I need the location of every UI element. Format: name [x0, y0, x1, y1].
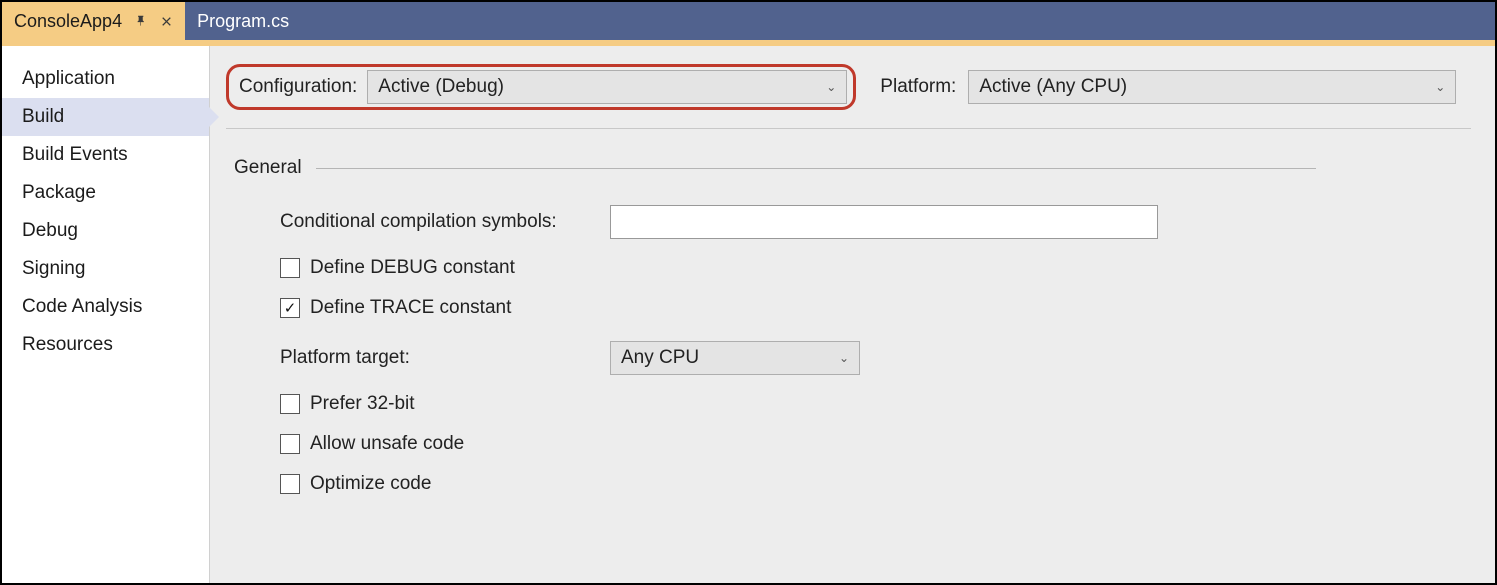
- allow-unsafe-label: Allow unsafe code: [310, 433, 464, 455]
- row-define-trace: Define TRACE constant: [234, 297, 1471, 319]
- tab-program-cs[interactable]: Program.cs: [185, 2, 301, 40]
- dropdown-value: Active (Debug): [378, 76, 504, 98]
- sidebar-item-label: Build Events: [22, 144, 128, 165]
- chevron-down-icon: ⌄: [826, 80, 836, 94]
- sidebar-item-package[interactable]: Package: [2, 174, 209, 212]
- tab-bar: ConsoleApp4 Program.cs: [2, 2, 1495, 40]
- chevron-down-icon: ⌄: [839, 351, 849, 365]
- sidebar-item-label: Build: [22, 106, 64, 127]
- configuration-dropdown[interactable]: Active (Debug) ⌄: [367, 70, 847, 104]
- row-conditional-symbols: Conditional compilation symbols:: [234, 205, 1471, 239]
- sidebar-item-code-analysis[interactable]: Code Analysis: [2, 288, 209, 326]
- allow-unsafe-checkbox[interactable]: [280, 434, 300, 454]
- configuration-bar: Configuration: Active (Debug) ⌄ Platform…: [226, 64, 1471, 129]
- define-trace-checkbox[interactable]: [280, 298, 300, 318]
- sidebar-item-label: Package: [22, 182, 96, 203]
- close-icon[interactable]: [160, 15, 173, 28]
- platform-target-dropdown[interactable]: Any CPU ⌄: [610, 341, 860, 375]
- prefer-32bit-label: Prefer 32-bit: [310, 393, 415, 415]
- sidebar-item-label: Code Analysis: [22, 296, 142, 317]
- tab-project-properties[interactable]: ConsoleApp4: [2, 2, 185, 40]
- define-debug-checkbox[interactable]: [280, 258, 300, 278]
- dropdown-value: Any CPU: [621, 347, 699, 369]
- optimize-code-checkbox[interactable]: [280, 474, 300, 494]
- row-define-debug: Define DEBUG constant: [234, 257, 1471, 279]
- platform-dropdown[interactable]: Active (Any CPU) ⌄: [968, 70, 1456, 104]
- prefer-32bit-checkbox[interactable]: [280, 394, 300, 414]
- define-trace-label: Define TRACE constant: [310, 297, 511, 319]
- section-title: General: [234, 157, 302, 179]
- tab-label: Program.cs: [197, 11, 289, 32]
- sidebar-item-label: Application: [22, 68, 115, 89]
- conditional-symbols-label: Conditional compilation symbols:: [280, 211, 610, 233]
- sidebar-item-build-events[interactable]: Build Events: [2, 136, 209, 174]
- sidebar-item-signing[interactable]: Signing: [2, 250, 209, 288]
- sidebar-item-label: Debug: [22, 220, 78, 241]
- platform-label: Platform:: [880, 76, 956, 98]
- sidebar: Application Build Build Events Package D…: [2, 46, 210, 583]
- sidebar-item-label: Resources: [22, 334, 113, 355]
- tab-label: ConsoleApp4: [14, 11, 122, 32]
- section-header: General: [234, 157, 1471, 179]
- section-divider: [316, 168, 1316, 169]
- conditional-symbols-input[interactable]: [610, 205, 1158, 239]
- sidebar-item-debug[interactable]: Debug: [2, 212, 209, 250]
- define-debug-label: Define DEBUG constant: [310, 257, 515, 279]
- sidebar-item-label: Signing: [22, 258, 85, 279]
- platform-target-label: Platform target:: [280, 347, 610, 369]
- row-allow-unsafe: Allow unsafe code: [234, 433, 1471, 455]
- section-general: General Conditional compilation symbols:…: [226, 157, 1471, 495]
- dropdown-value: Active (Any CPU): [979, 76, 1127, 98]
- row-prefer-32bit: Prefer 32-bit: [234, 393, 1471, 415]
- optimize-code-label: Optimize code: [310, 473, 431, 495]
- row-platform-target: Platform target: Any CPU ⌄: [234, 341, 1471, 375]
- pin-icon[interactable]: [134, 14, 148, 28]
- content-pane: Configuration: Active (Debug) ⌄ Platform…: [210, 46, 1495, 583]
- configuration-label: Configuration:: [239, 76, 357, 98]
- row-optimize-code: Optimize code: [234, 473, 1471, 495]
- sidebar-item-application[interactable]: Application: [2, 60, 209, 98]
- sidebar-item-resources[interactable]: Resources: [2, 326, 209, 364]
- sidebar-item-build[interactable]: Build: [2, 98, 209, 136]
- configuration-highlight: Configuration: Active (Debug) ⌄: [226, 64, 856, 110]
- chevron-down-icon: ⌄: [1435, 80, 1445, 94]
